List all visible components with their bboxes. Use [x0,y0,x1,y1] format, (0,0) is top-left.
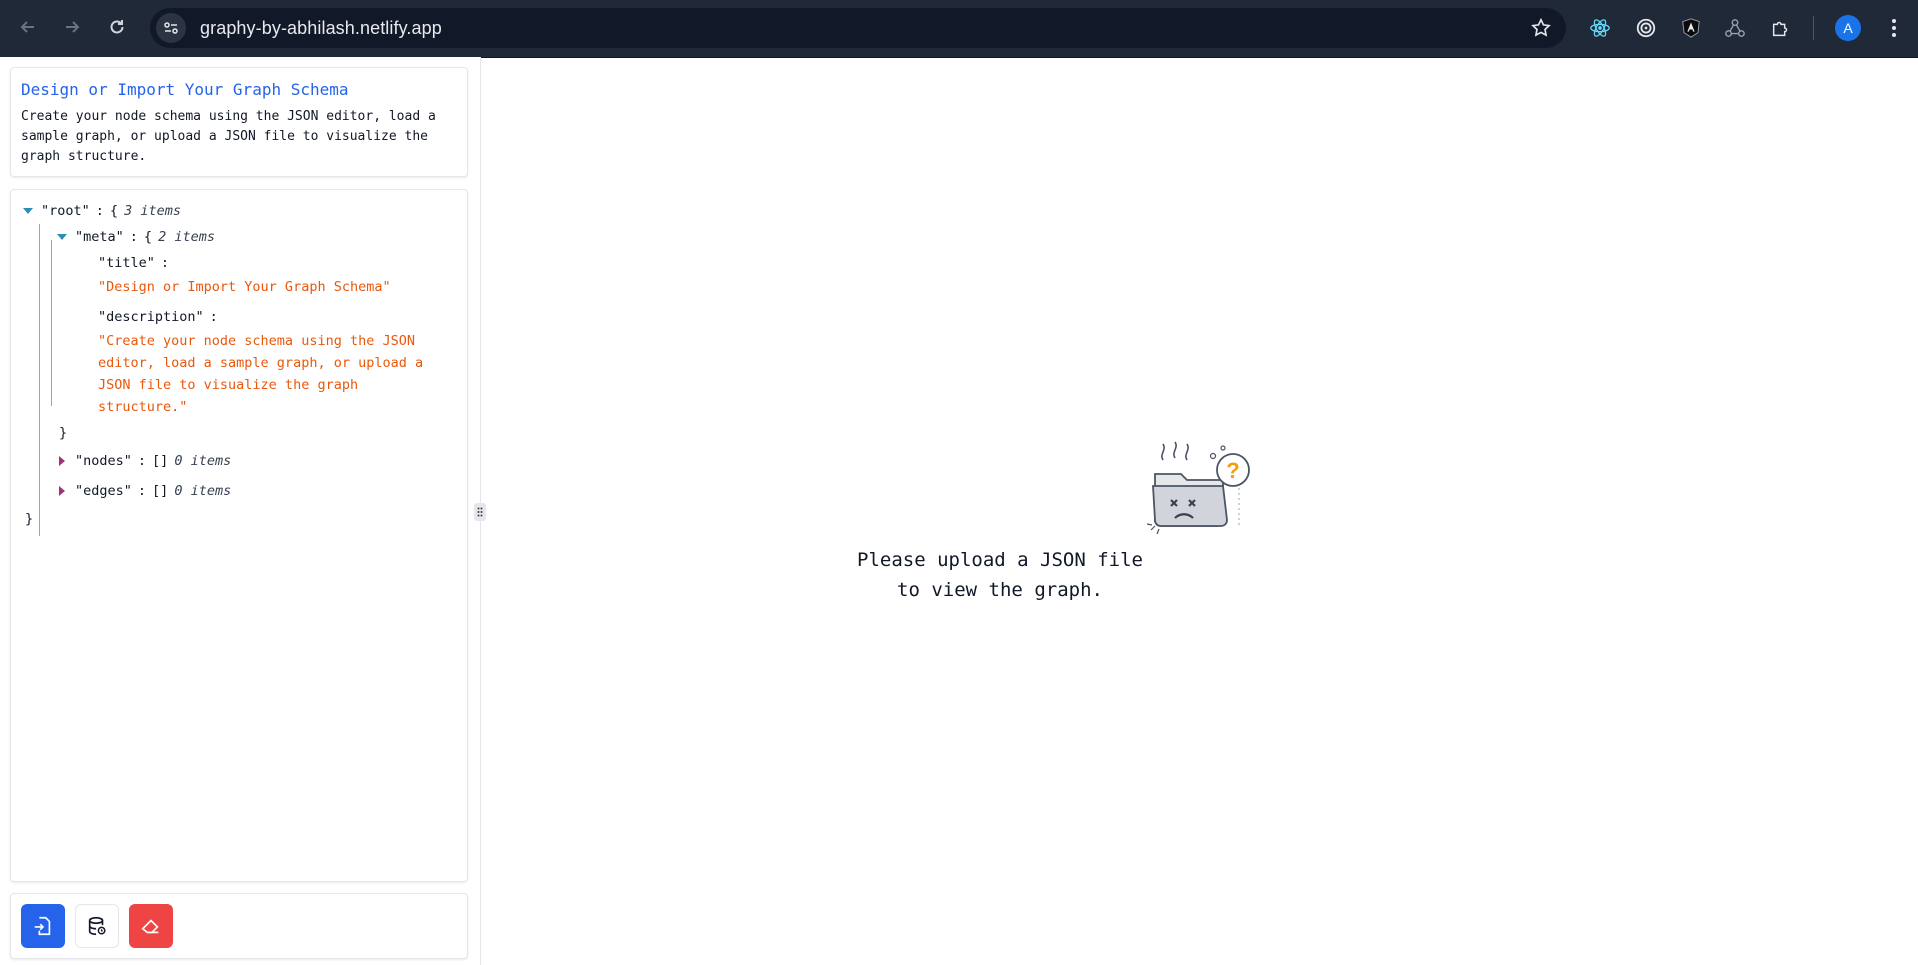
arrow-left-icon [20,21,34,33]
url-text[interactable]: graphy-by-abhilash.netlify.app [200,18,442,39]
broken-folder-icon: ? [1143,430,1263,545]
graph-canvas[interactable]: ? [481,57,1918,965]
file-import-icon [34,916,51,936]
import-json-button[interactable] [21,904,65,948]
arrow-right-icon [66,21,80,33]
toolbar-divider [1813,16,1814,40]
profile-avatar[interactable]: A [1835,15,1861,41]
json-row-root[interactable]: "root" : { 3 items [23,198,467,224]
forward-button[interactable] [58,13,86,41]
open-brace: { [109,203,119,219]
browser-menu-icon[interactable] [1880,14,1908,42]
close-brace: } [25,511,34,527]
editor-panel: Design or Import Your Graph Schema Creat… [0,57,481,965]
collapse-triangle-icon[interactable] [23,208,33,214]
browser-toolbar: graphy-by-abhilash.netlify.app A [0,0,1918,58]
json-editor[interactable]: "root" : { 3 items "meta" : { 2 items "t… [10,189,468,882]
address-bar[interactable]: graphy-by-abhilash.netlify.app [150,8,1566,48]
reload-button[interactable] [103,13,131,41]
page-description: Create your node schema using the JSON e… [21,109,436,164]
svg-text:?: ? [1226,458,1239,483]
bookmark-star-icon[interactable] [1530,17,1552,39]
meta-indent-guide [51,240,424,406]
empty-state-line-2: to view the graph. [897,579,1103,601]
site-info-icon[interactable] [156,13,186,43]
empty-state-line-1: Please upload a JSON file [857,549,1143,571]
clear-button[interactable] [129,904,173,948]
intro-card: Design or Import Your Graph Schema Creat… [10,67,468,177]
item-count: 3 items [124,203,181,219]
page-title: Design or Import Your Graph Schema [21,80,349,99]
puzzle-icon[interactable] [1767,14,1795,42]
colon: : [95,203,104,219]
reload-icon [110,20,124,34]
editor-toolbar [10,893,468,959]
load-sample-button[interactable] [75,904,119,948]
database-icon [88,916,106,936]
json-key[interactable]: "root" [41,203,90,219]
angular-icon[interactable] [1677,14,1705,42]
react-icon[interactable] [1586,14,1614,42]
back-button[interactable] [14,13,42,41]
eraser-icon [141,919,159,934]
graph-icon[interactable] [1721,14,1749,42]
empty-state-message: Please upload a JSON file to view the gr… [800,545,1200,605]
target-icon[interactable] [1632,14,1660,42]
